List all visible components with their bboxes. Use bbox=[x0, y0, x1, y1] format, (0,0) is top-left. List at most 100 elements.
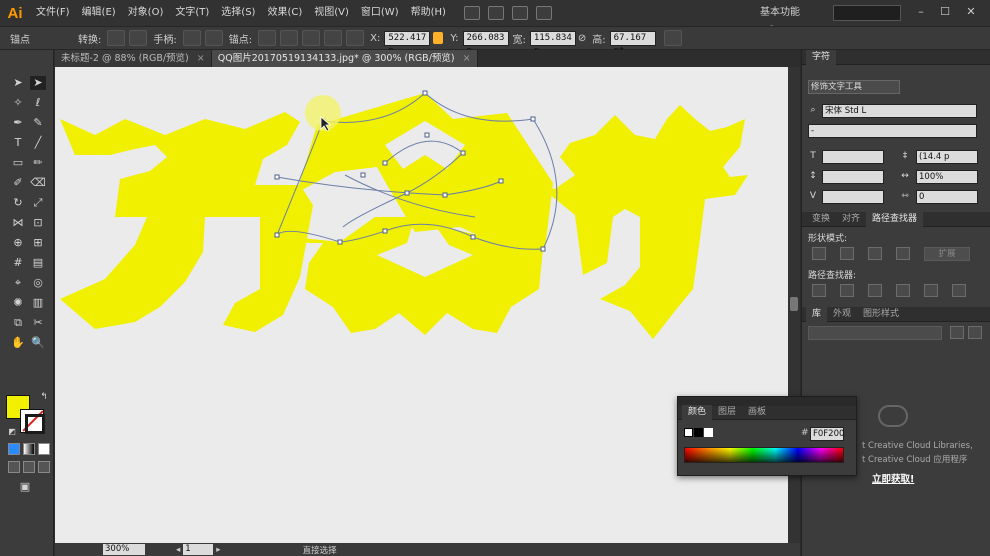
search-input[interactable] bbox=[833, 5, 901, 21]
isolate-icon[interactable] bbox=[324, 30, 343, 46]
free-transform-icon[interactable]: ⊡ bbox=[30, 216, 46, 230]
close-tab-icon[interactable]: × bbox=[463, 53, 471, 64]
direct-selection-tool-icon[interactable]: ➤ bbox=[30, 76, 46, 90]
tab-qq-image[interactable]: QQ图片20170519134133.jpg* @ 300% (RGB/预览) … bbox=[211, 50, 478, 67]
width-tool-icon[interactable]: ⋈ bbox=[10, 216, 26, 230]
zoom-tool-icon[interactable]: 🔍 bbox=[30, 336, 46, 350]
merge-icon[interactable] bbox=[868, 284, 882, 297]
menu-select[interactable]: 选择(S) bbox=[215, 0, 261, 26]
menu-help[interactable]: 帮助(H) bbox=[405, 0, 452, 26]
menu-view[interactable]: 视图(V) bbox=[308, 0, 355, 26]
paintbrush-icon[interactable]: ✏ bbox=[30, 156, 46, 170]
tab-transform[interactable]: 变换 bbox=[806, 212, 836, 227]
scale-tool-icon[interactable]: ⤢ bbox=[30, 196, 46, 210]
rectangle-tool-icon[interactable]: ▭ bbox=[10, 156, 26, 170]
menu-type[interactable]: 文字(T) bbox=[169, 0, 215, 26]
eraser-icon[interactable]: ⌫ bbox=[30, 176, 46, 190]
hex-field[interactable]: F0F200 bbox=[810, 427, 844, 441]
font-family-select[interactable]: 宋体 Std L bbox=[822, 104, 977, 118]
glyph-wan[interactable] bbox=[60, 112, 313, 332]
white-swatch[interactable] bbox=[704, 428, 713, 437]
bridge-icon[interactable] bbox=[463, 6, 480, 20]
gpu-performance-icon[interactable] bbox=[535, 6, 552, 20]
font-style-select[interactable]: - bbox=[808, 124, 977, 138]
unite-icon[interactable] bbox=[812, 247, 826, 260]
intersect-icon[interactable] bbox=[868, 247, 882, 260]
tab-appearance[interactable]: 外观 bbox=[827, 307, 857, 322]
tab-libraries[interactable]: 库 bbox=[806, 306, 828, 322]
crop-icon[interactable] bbox=[896, 284, 910, 297]
perspective-grid-icon[interactable]: ⊞ bbox=[30, 236, 46, 250]
none-swatch[interactable] bbox=[684, 428, 693, 437]
tab-align[interactable]: 对齐 bbox=[836, 212, 866, 227]
default-colors-icon[interactable]: ◩ bbox=[4, 425, 20, 439]
gradient-mode-icon[interactable] bbox=[23, 443, 35, 455]
yellow-lettering[interactable] bbox=[60, 93, 748, 339]
transform-icon[interactable] bbox=[663, 30, 682, 46]
outline-icon[interactable] bbox=[924, 284, 938, 297]
close-icon[interactable]: ✕ bbox=[960, 4, 982, 20]
magic-wand-icon[interactable]: ✧ bbox=[10, 96, 26, 110]
black-swatch[interactable] bbox=[694, 428, 703, 437]
cut-path-icon[interactable] bbox=[302, 30, 321, 46]
convert-to-smooth-icon[interactable] bbox=[129, 30, 148, 46]
tab-character[interactable]: 字符 bbox=[806, 49, 837, 65]
hand-tool-icon[interactable]: ✋ bbox=[10, 336, 26, 350]
none-mode-icon[interactable] bbox=[38, 443, 50, 455]
show-handles-icon[interactable] bbox=[182, 30, 201, 46]
curvature-tool-icon[interactable]: ✎ bbox=[30, 116, 46, 130]
artboard-number-field[interactable]: 1 bbox=[183, 544, 214, 555]
line-tool-icon[interactable]: ╱ bbox=[30, 136, 46, 150]
align-icon[interactable] bbox=[346, 30, 365, 46]
list-view-icon[interactable] bbox=[968, 326, 982, 339]
artboard-tool-icon[interactable]: ⧉ bbox=[10, 316, 26, 330]
leading-field[interactable]: (14.4 p bbox=[916, 150, 978, 164]
x-field[interactable]: 522.417 p bbox=[384, 30, 431, 56]
arrange-documents-icon[interactable] bbox=[511, 6, 528, 20]
rotate-tool-icon[interactable]: ↻ bbox=[10, 196, 26, 210]
selection-tool-icon[interactable]: ➤ bbox=[10, 76, 26, 90]
menu-edit[interactable]: 编辑(E) bbox=[76, 0, 122, 26]
close-tab-icon[interactable]: × bbox=[197, 53, 205, 64]
minus-back-icon[interactable] bbox=[952, 284, 966, 297]
menu-window[interactable]: 窗口(W) bbox=[355, 0, 405, 26]
touch-type-button[interactable]: 修饰文字工具 bbox=[808, 80, 900, 94]
eyedropper-icon[interactable]: ⌖ bbox=[10, 276, 26, 290]
height-field[interactable]: 67.167 pt bbox=[609, 30, 656, 56]
maximize-icon[interactable]: ☐ bbox=[934, 4, 956, 20]
hide-handles-icon[interactable] bbox=[204, 30, 223, 46]
scroll-thumb[interactable] bbox=[790, 297, 798, 311]
tracking-field[interactable]: 0 bbox=[916, 190, 978, 204]
minimize-icon[interactable]: – bbox=[910, 4, 932, 20]
expand-button[interactable]: 扩展 bbox=[924, 247, 970, 261]
mesh-tool-icon[interactable]: # bbox=[10, 256, 26, 270]
vertical-scale-field[interactable] bbox=[822, 170, 884, 184]
tab-pathfinder[interactable]: 路径查找器 bbox=[866, 211, 924, 227]
kerning-field[interactable] bbox=[822, 190, 884, 204]
pen-tool-icon[interactable]: ✒ bbox=[10, 116, 26, 130]
horizontal-scale-field[interactable]: 100% bbox=[916, 170, 978, 184]
get-now-link[interactable]: 立即获取! bbox=[872, 471, 914, 485]
exclude-icon[interactable] bbox=[896, 247, 910, 260]
symbol-sprayer-icon[interactable]: ✺ bbox=[10, 296, 26, 310]
remove-anchor-icon[interactable] bbox=[258, 30, 277, 46]
tab-layers[interactable]: 图层 bbox=[712, 405, 742, 420]
slice-tool-icon[interactable]: ✂ bbox=[30, 316, 46, 330]
swap-colors-icon[interactable]: ↰ bbox=[36, 390, 52, 404]
library-select[interactable] bbox=[808, 326, 942, 340]
convert-to-corner-icon[interactable] bbox=[107, 30, 126, 46]
draw-inside-icon[interactable] bbox=[38, 461, 50, 473]
lasso-icon[interactable]: ℓ bbox=[30, 96, 46, 110]
artboard-nav-icon[interactable]: ◂ bbox=[176, 545, 180, 555]
link-icon[interactable]: ⊘ bbox=[576, 33, 588, 44]
draw-normal-icon[interactable] bbox=[8, 461, 20, 473]
shape-builder-icon[interactable]: ⊕ bbox=[10, 236, 26, 250]
tab-untitled-2[interactable]: 未标题-2 @ 88% (RGB/预览) × bbox=[55, 50, 212, 67]
tab-graphic-styles[interactable]: 图形样式 bbox=[857, 307, 905, 322]
type-tool-icon[interactable]: T bbox=[10, 136, 26, 150]
pencil-icon[interactable]: ✐ bbox=[10, 176, 26, 190]
stroke-color-swatch[interactable] bbox=[20, 409, 45, 434]
graph-tool-icon[interactable]: ▥ bbox=[30, 296, 46, 310]
draw-behind-icon[interactable] bbox=[23, 461, 35, 473]
y-field[interactable]: 266.083 p bbox=[462, 30, 509, 56]
